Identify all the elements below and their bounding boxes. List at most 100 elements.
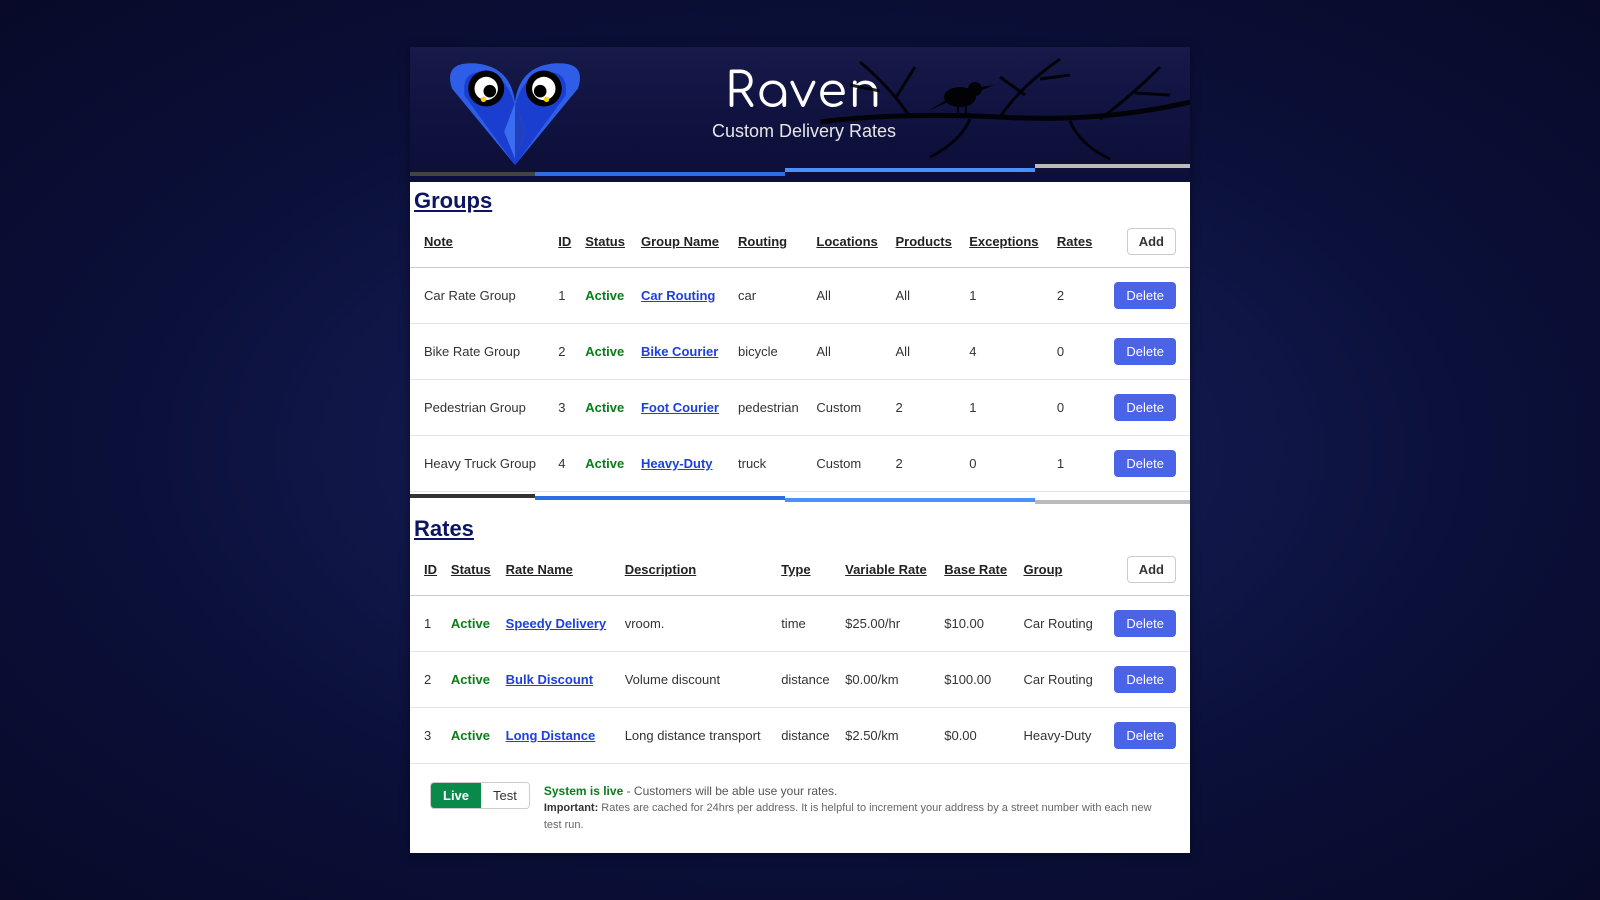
- groups-col-products[interactable]: Products: [890, 214, 964, 268]
- status-badge: Active: [451, 728, 490, 743]
- cell-locations: Custom: [810, 436, 889, 492]
- groups-col-locations[interactable]: Locations: [810, 214, 889, 268]
- cell-type: time: [775, 596, 839, 652]
- cell-id: 1: [552, 268, 579, 324]
- system-status-sub: - Customers will be able use your rates.: [623, 784, 837, 798]
- cell-products: All: [890, 324, 964, 380]
- owl-logo-icon: [425, 51, 605, 171]
- header-banner: Raven Custom Delivery Rates: [410, 47, 1190, 182]
- cell-note: Heavy Truck Group: [410, 436, 552, 492]
- cell-exceptions: 4: [963, 324, 1051, 380]
- header-divider: [410, 160, 1190, 176]
- cell-desc: Volume discount: [619, 652, 776, 708]
- rates-col-rate-name[interactable]: Rate Name: [500, 542, 619, 596]
- cell-desc: Long distance transport: [619, 708, 776, 764]
- footer: Live Test System is live - Customers wil…: [410, 764, 1190, 853]
- group-name-link[interactable]: Bike Courier: [641, 344, 718, 359]
- delete-button[interactable]: Delete: [1114, 450, 1176, 477]
- cell-locations: Custom: [810, 380, 889, 436]
- rates-col-id[interactable]: ID: [410, 542, 445, 596]
- table-row: 3 Active Long Distance Long distance transp…: [410, 708, 1190, 764]
- delete-button[interactable]: Delete: [1114, 722, 1176, 749]
- cell-id: 4: [552, 436, 579, 492]
- table-row: 1ActiveSpeedy Deliveryvroom.time$25.00/h…: [410, 596, 1190, 652]
- status-badge: Active: [585, 456, 624, 471]
- status-badge: Active: [451, 672, 490, 687]
- cell-variable: $2.50/km: [839, 708, 938, 764]
- cell-group: Car Routing: [1017, 596, 1103, 652]
- raven-branch-icon: [820, 47, 1190, 167]
- cell-group: Heavy-Duty: [1017, 708, 1103, 764]
- groups-col-status[interactable]: Status: [579, 214, 635, 268]
- toggle-live[interactable]: Live: [431, 783, 481, 808]
- live-test-toggle[interactable]: Live Test: [430, 782, 530, 809]
- groups-col-exceptions[interactable]: Exceptions: [963, 214, 1051, 268]
- cell-products: 2: [890, 380, 964, 436]
- rates-col-variable-rate[interactable]: Variable Rate: [839, 542, 938, 596]
- rate-name-link[interactable]: Long Distance: [506, 728, 596, 743]
- cell-note: Pedestrian Group: [410, 380, 552, 436]
- groups-table: NoteIDStatusGroup NameRoutingLocationsPr…: [410, 214, 1190, 492]
- rates-col-status[interactable]: Status: [445, 542, 500, 596]
- toggle-test[interactable]: Test: [481, 783, 529, 808]
- groups-col-id[interactable]: ID: [552, 214, 579, 268]
- cell-routing: pedestrian: [732, 380, 810, 436]
- rates-col-type[interactable]: Type: [775, 542, 839, 596]
- cell-locations: All: [810, 324, 889, 380]
- cell-products: 2: [890, 436, 964, 492]
- important-label: Important:: [544, 802, 598, 814]
- status-badge: Active: [585, 400, 624, 415]
- table-row: Car Rate Group1ActiveCar RoutingcarAllAl…: [410, 268, 1190, 324]
- cell-rates: 1: [1051, 436, 1102, 492]
- cell-id: 3: [552, 380, 579, 436]
- status-badge: Active: [585, 288, 624, 303]
- add-group-button[interactable]: Add: [1127, 228, 1176, 255]
- cell-routing: car: [732, 268, 810, 324]
- groups-heading: Groups: [410, 182, 1190, 214]
- footer-text: System is live - Customers will be able …: [544, 782, 1170, 833]
- rate-name-link[interactable]: Bulk Discount: [506, 672, 593, 687]
- groups-col-group-name[interactable]: Group Name: [635, 214, 732, 268]
- cell-base: $10.00: [938, 596, 1017, 652]
- cell-exceptions: 1: [963, 268, 1051, 324]
- rates-col-group[interactable]: Group: [1017, 542, 1103, 596]
- delete-button[interactable]: Delete: [1114, 394, 1176, 421]
- cell-note: Bike Rate Group: [410, 324, 552, 380]
- rate-name-link[interactable]: Speedy Delivery: [506, 616, 606, 631]
- group-name-link[interactable]: Car Routing: [641, 288, 715, 303]
- cell-rates: 0: [1051, 380, 1102, 436]
- rates-col-base-rate[interactable]: Base Rate: [938, 542, 1017, 596]
- rates-col-description[interactable]: Description: [619, 542, 776, 596]
- cell-id: 2: [552, 324, 579, 380]
- cell-desc: vroom.: [619, 596, 776, 652]
- groups-col-rates[interactable]: Rates: [1051, 214, 1102, 268]
- rates-heading: Rates: [410, 510, 1190, 542]
- cell-exceptions: 0: [963, 436, 1051, 492]
- cell-type: distance: [775, 708, 839, 764]
- cell-rates: 0: [1051, 324, 1102, 380]
- delete-button[interactable]: Delete: [1114, 338, 1176, 365]
- delete-button[interactable]: Delete: [1114, 282, 1176, 309]
- cell-rates: 2: [1051, 268, 1102, 324]
- cell-routing: truck: [732, 436, 810, 492]
- cell-routing: bicycle: [732, 324, 810, 380]
- group-name-link[interactable]: Foot Courier: [641, 400, 719, 415]
- cell-products: All: [890, 268, 964, 324]
- system-status-headline: System is live: [544, 784, 623, 798]
- table-row: Heavy Truck Group4 Active Heavy-Duty truckC…: [410, 436, 1190, 492]
- group-name-link[interactable]: Heavy-Duty: [641, 456, 713, 471]
- status-badge: Active: [451, 616, 490, 631]
- delete-button[interactable]: Delete: [1114, 666, 1176, 693]
- cell-base: $100.00: [938, 652, 1017, 708]
- groups-col-routing[interactable]: Routing: [732, 214, 810, 268]
- groups-col-note[interactable]: Note: [410, 214, 552, 268]
- cell-note: Car Rate Group: [410, 268, 552, 324]
- table-row: Pedestrian Group3 Active Foot Courier pedes…: [410, 380, 1190, 436]
- delete-button[interactable]: Delete: [1114, 610, 1176, 637]
- cell-id: 2: [410, 652, 445, 708]
- add-rate-button[interactable]: Add: [1127, 556, 1176, 583]
- cell-group: Car Routing: [1017, 652, 1103, 708]
- table-row: Bike Rate Group2ActiveBike Courierbicycl…: [410, 324, 1190, 380]
- cell-id: 3: [410, 708, 445, 764]
- important-text: Rates are cached for 24hrs per address. …: [544, 802, 1152, 831]
